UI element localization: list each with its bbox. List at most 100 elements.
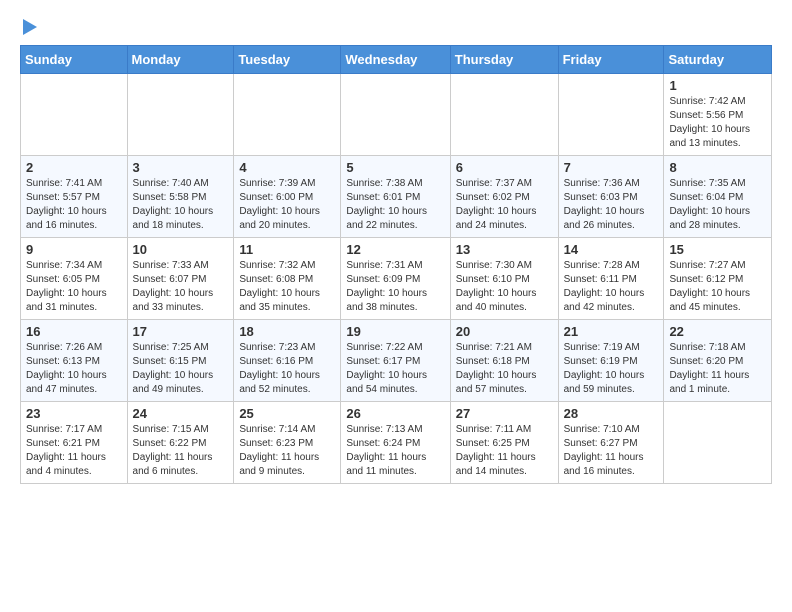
calendar-cell: 17Sunrise: 7:25 AM Sunset: 6:15 PM Dayli… xyxy=(127,320,234,402)
day-number: 22 xyxy=(669,324,766,339)
day-info: Sunrise: 7:35 AM Sunset: 6:04 PM Dayligh… xyxy=(669,177,766,233)
day-info: Sunrise: 7:18 AM Sunset: 6:20 PM Dayligh… xyxy=(669,341,766,397)
calendar-cell: 15 Sunrise: 7:27 AM Sunset: 6:12 PM Dayli… xyxy=(664,238,772,320)
calendar-week-2: 2 Sunrise: 7:41 AM Sunset: 5:57 PM Daylig… xyxy=(21,156,772,238)
day-info: Sunrise: 7:26 AM Sunset: 6:13 PM Dayligh… xyxy=(26,341,122,397)
calendar-cell: 24 Sunrise: 7:15 AM Sunset: 6:22 PM Dayli… xyxy=(127,402,234,484)
calendar-week-5: 23Sunrise: 7:17 AM Sunset: 6:21 PM Dayli… xyxy=(21,402,772,484)
day-info: Sunrise: 7:28 AM Sunset: 6:11 PM Dayligh… xyxy=(564,259,659,315)
day-number: 26 xyxy=(346,406,444,421)
day-number: 18 xyxy=(239,324,335,339)
calendar-cell: 4 Sunrise: 7:39 AM Sunset: 6:00 PM Daylig… xyxy=(234,156,341,238)
day-info: Sunrise: 7:14 AM Sunset: 6:23 PM Dayligh… xyxy=(239,423,335,479)
day-number: 13 xyxy=(456,242,553,257)
calendar-cell: 26 Sunrise: 7:13 AM Sunset: 6:24 PM Dayli… xyxy=(341,402,450,484)
logo-arrow-icon xyxy=(23,19,37,35)
calendar-cell xyxy=(558,74,664,156)
column-header-friday: Friday xyxy=(558,46,664,74)
day-number: 2 xyxy=(26,160,122,175)
day-number: 1 xyxy=(669,78,766,93)
calendar-cell: 7Sunrise: 7:36 AM Sunset: 6:03 PM Daylig… xyxy=(558,156,664,238)
calendar-cell: 12 Sunrise: 7:31 AM Sunset: 6:09 PM Dayli… xyxy=(341,238,450,320)
day-number: 20 xyxy=(456,324,553,339)
calendar-cell: 13 Sunrise: 7:30 AM Sunset: 6:10 PM Dayli… xyxy=(450,238,558,320)
calendar-cell: 1 Sunrise: 7:42 AM Sunset: 5:56 PM Daylig… xyxy=(664,74,772,156)
calendar-cell: 8Sunrise: 7:35 AM Sunset: 6:04 PM Daylig… xyxy=(664,156,772,238)
calendar-cell: 23Sunrise: 7:17 AM Sunset: 6:21 PM Dayli… xyxy=(21,402,128,484)
day-info: Sunrise: 7:40 AM Sunset: 5:58 PM Dayligh… xyxy=(133,177,229,233)
calendar-cell: 19 Sunrise: 7:22 AM Sunset: 6:17 PM Dayli… xyxy=(341,320,450,402)
calendar-cell: 5 Sunrise: 7:38 AM Sunset: 6:01 PM Daylig… xyxy=(341,156,450,238)
calendar-cell: 22 Sunrise: 7:18 AM Sunset: 6:20 PM Dayli… xyxy=(664,320,772,402)
day-info: Sunrise: 7:42 AM Sunset: 5:56 PM Dayligh… xyxy=(669,95,766,151)
day-number: 9 xyxy=(26,242,122,257)
calendar-cell xyxy=(341,74,450,156)
day-info: Sunrise: 7:41 AM Sunset: 5:57 PM Dayligh… xyxy=(26,177,122,233)
day-number: 15 xyxy=(669,242,766,257)
day-number: 10 xyxy=(133,242,229,257)
calendar-table: SundayMondayTuesdayWednesdayThursdayFrid… xyxy=(20,45,772,484)
day-info: Sunrise: 7:27 AM Sunset: 6:12 PM Dayligh… xyxy=(669,259,766,315)
calendar-cell: 10 Sunrise: 7:33 AM Sunset: 6:07 PM Dayli… xyxy=(127,238,234,320)
day-number: 27 xyxy=(456,406,553,421)
calendar-week-4: 16 Sunrise: 7:26 AM Sunset: 6:13 PM Dayli… xyxy=(21,320,772,402)
column-header-wednesday: Wednesday xyxy=(341,46,450,74)
calendar-cell xyxy=(450,74,558,156)
day-number: 5 xyxy=(346,160,444,175)
day-info: Sunrise: 7:25 AM Sunset: 6:15 PM Dayligh… xyxy=(133,341,229,397)
day-info: Sunrise: 7:31 AM Sunset: 6:09 PM Dayligh… xyxy=(346,259,444,315)
day-info: Sunrise: 7:15 AM Sunset: 6:22 PM Dayligh… xyxy=(133,423,229,479)
calendar-cell: 21Sunrise: 7:19 AM Sunset: 6:19 PM Dayli… xyxy=(558,320,664,402)
calendar-cell: 6 Sunrise: 7:37 AM Sunset: 6:02 PM Daylig… xyxy=(450,156,558,238)
calendar-cell: 27 Sunrise: 7:11 AM Sunset: 6:25 PM Dayli… xyxy=(450,402,558,484)
day-info: Sunrise: 7:33 AM Sunset: 6:07 PM Dayligh… xyxy=(133,259,229,315)
day-info: Sunrise: 7:23 AM Sunset: 6:16 PM Dayligh… xyxy=(239,341,335,397)
calendar-cell: 14 Sunrise: 7:28 AM Sunset: 6:11 PM Dayli… xyxy=(558,238,664,320)
day-info: Sunrise: 7:22 AM Sunset: 6:17 PM Dayligh… xyxy=(346,341,444,397)
header xyxy=(20,15,772,35)
column-header-monday: Monday xyxy=(127,46,234,74)
calendar-cell xyxy=(664,402,772,484)
calendar-cell: 16 Sunrise: 7:26 AM Sunset: 6:13 PM Dayli… xyxy=(21,320,128,402)
calendar-cell: 28 Sunrise: 7:10 AM Sunset: 6:27 PM Dayli… xyxy=(558,402,664,484)
column-header-tuesday: Tuesday xyxy=(234,46,341,74)
day-info: Sunrise: 7:32 AM Sunset: 6:08 PM Dayligh… xyxy=(239,259,335,315)
calendar-week-3: 9 Sunrise: 7:34 AM Sunset: 6:05 PM Daylig… xyxy=(21,238,772,320)
calendar-cell xyxy=(21,74,128,156)
day-info: Sunrise: 7:39 AM Sunset: 6:00 PM Dayligh… xyxy=(239,177,335,233)
day-info: Sunrise: 7:30 AM Sunset: 6:10 PM Dayligh… xyxy=(456,259,553,315)
day-number: 23 xyxy=(26,406,122,421)
day-number: 14 xyxy=(564,242,659,257)
logo xyxy=(20,15,37,35)
day-info: Sunrise: 7:38 AM Sunset: 6:01 PM Dayligh… xyxy=(346,177,444,233)
day-number: 4 xyxy=(239,160,335,175)
column-header-thursday: Thursday xyxy=(450,46,558,74)
calendar-header-row: SundayMondayTuesdayWednesdayThursdayFrid… xyxy=(21,46,772,74)
day-number: 16 xyxy=(26,324,122,339)
calendar-week-1: 1 Sunrise: 7:42 AM Sunset: 5:56 PM Daylig… xyxy=(21,74,772,156)
day-info: Sunrise: 7:34 AM Sunset: 6:05 PM Dayligh… xyxy=(26,259,122,315)
column-header-sunday: Sunday xyxy=(21,46,128,74)
day-info: Sunrise: 7:10 AM Sunset: 6:27 PM Dayligh… xyxy=(564,423,659,479)
day-info: Sunrise: 7:37 AM Sunset: 6:02 PM Dayligh… xyxy=(456,177,553,233)
calendar-cell xyxy=(127,74,234,156)
day-number: 3 xyxy=(133,160,229,175)
day-info: Sunrise: 7:11 AM Sunset: 6:25 PM Dayligh… xyxy=(456,423,553,479)
day-number: 28 xyxy=(564,406,659,421)
day-number: 25 xyxy=(239,406,335,421)
column-header-saturday: Saturday xyxy=(664,46,772,74)
calendar-cell xyxy=(234,74,341,156)
day-number: 6 xyxy=(456,160,553,175)
day-number: 24 xyxy=(133,406,229,421)
calendar-cell: 2 Sunrise: 7:41 AM Sunset: 5:57 PM Daylig… xyxy=(21,156,128,238)
day-number: 7 xyxy=(564,160,659,175)
day-number: 11 xyxy=(239,242,335,257)
calendar-cell: 18 Sunrise: 7:23 AM Sunset: 6:16 PM Dayli… xyxy=(234,320,341,402)
page-container: SundayMondayTuesdayWednesdayThursdayFrid… xyxy=(0,0,792,499)
day-number: 12 xyxy=(346,242,444,257)
day-info: Sunrise: 7:19 AM Sunset: 6:19 PM Dayligh… xyxy=(564,341,659,397)
day-info: Sunrise: 7:13 AM Sunset: 6:24 PM Dayligh… xyxy=(346,423,444,479)
day-info: Sunrise: 7:21 AM Sunset: 6:18 PM Dayligh… xyxy=(456,341,553,397)
calendar-cell: 9 Sunrise: 7:34 AM Sunset: 6:05 PM Daylig… xyxy=(21,238,128,320)
day-number: 19 xyxy=(346,324,444,339)
